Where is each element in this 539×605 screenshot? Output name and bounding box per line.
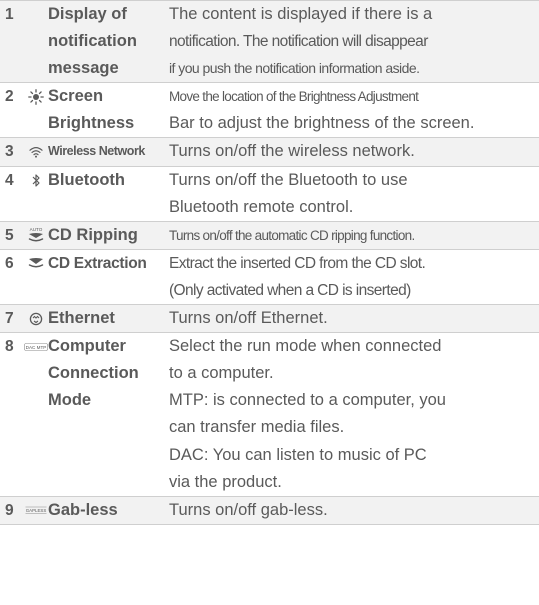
ethernet-icon	[29, 312, 43, 325]
table-row: 6 CD Extraction Extract the inserted CD …	[0, 249, 539, 306]
setting-description: Turns on/off Ethernet.	[169, 304, 539, 334]
setting-name: Wireless Network	[48, 137, 169, 167]
table-row: 4 Bluetooth Turns on/off the Bluetooth t…	[0, 166, 539, 222]
setting-description: The content is displayed if there is a n…	[169, 0, 539, 84]
setting-name: Screen Brightness	[48, 82, 169, 139]
row-number: 7	[0, 304, 24, 334]
cd-eject-icon	[28, 258, 44, 268]
table-row: 7 Ethernet Turns on/off Ethernet.	[0, 304, 539, 334]
setting-name: CD Extraction	[48, 249, 169, 306]
setting-description: Move the location of the Brightness Adju…	[169, 82, 539, 139]
row-number: 3	[0, 137, 24, 167]
table-row: 2 Screen Brightness Move the location of…	[0, 82, 539, 139]
row-number: 5	[0, 221, 24, 250]
table-row: 3 Wireless Network Turns on/off the wire…	[0, 137, 539, 167]
row-number: 6	[0, 249, 24, 306]
setting-description: Turns on/off the wireless network.	[169, 137, 539, 167]
settings-table: 1 Display of notification message The co…	[0, 0, 539, 525]
svg-text:DAC MTP: DAC MTP	[26, 345, 47, 350]
setting-description: Extract the inserted CD from the CD slot…	[169, 249, 539, 306]
cd-ripping-icon: AUTO	[28, 227, 44, 242]
table-row: 9 GAPLESS Gab-less Turns on/off gab-less…	[0, 496, 539, 525]
row-number: 4	[0, 166, 24, 222]
row-number: 1	[0, 0, 24, 84]
gapless-icon: GAPLESS	[25, 506, 47, 515]
setting-name: Display of notification message	[48, 0, 169, 84]
sun-icon	[28, 88, 44, 105]
setting-description: Turns on/off the automatic CD ripping fu…	[169, 221, 539, 250]
setting-description: Turns on/off the Bluetooth to use Blueto…	[169, 166, 539, 222]
svg-text:AUTO: AUTO	[30, 227, 43, 232]
table-row: 1 Display of notification message The co…	[0, 0, 539, 84]
setting-name: Gab-less	[48, 496, 169, 525]
setting-description: Select the run mode when connected to a …	[169, 332, 539, 497]
setting-description: Turns on/off gab-less.	[169, 496, 539, 525]
dac-mtp-icon: DAC MTP	[24, 342, 48, 351]
table-row: 8 DAC MTP Computer Connection Mode Selec…	[0, 332, 539, 497]
setting-name: Computer Connection Mode	[48, 332, 169, 497]
setting-name: Bluetooth	[48, 166, 169, 222]
table-row: 5 AUTO CD Ripping Turns on/off the autom…	[0, 221, 539, 250]
wifi-icon	[29, 147, 43, 158]
svg-text:GAPLESS: GAPLESS	[26, 508, 47, 513]
row-number: 2	[0, 82, 24, 139]
bluetooth-icon	[32, 174, 40, 187]
row-number: 8	[0, 332, 24, 497]
setting-name: CD Ripping	[48, 221, 169, 250]
setting-name: Ethernet	[48, 304, 169, 334]
row-number: 9	[0, 496, 24, 525]
